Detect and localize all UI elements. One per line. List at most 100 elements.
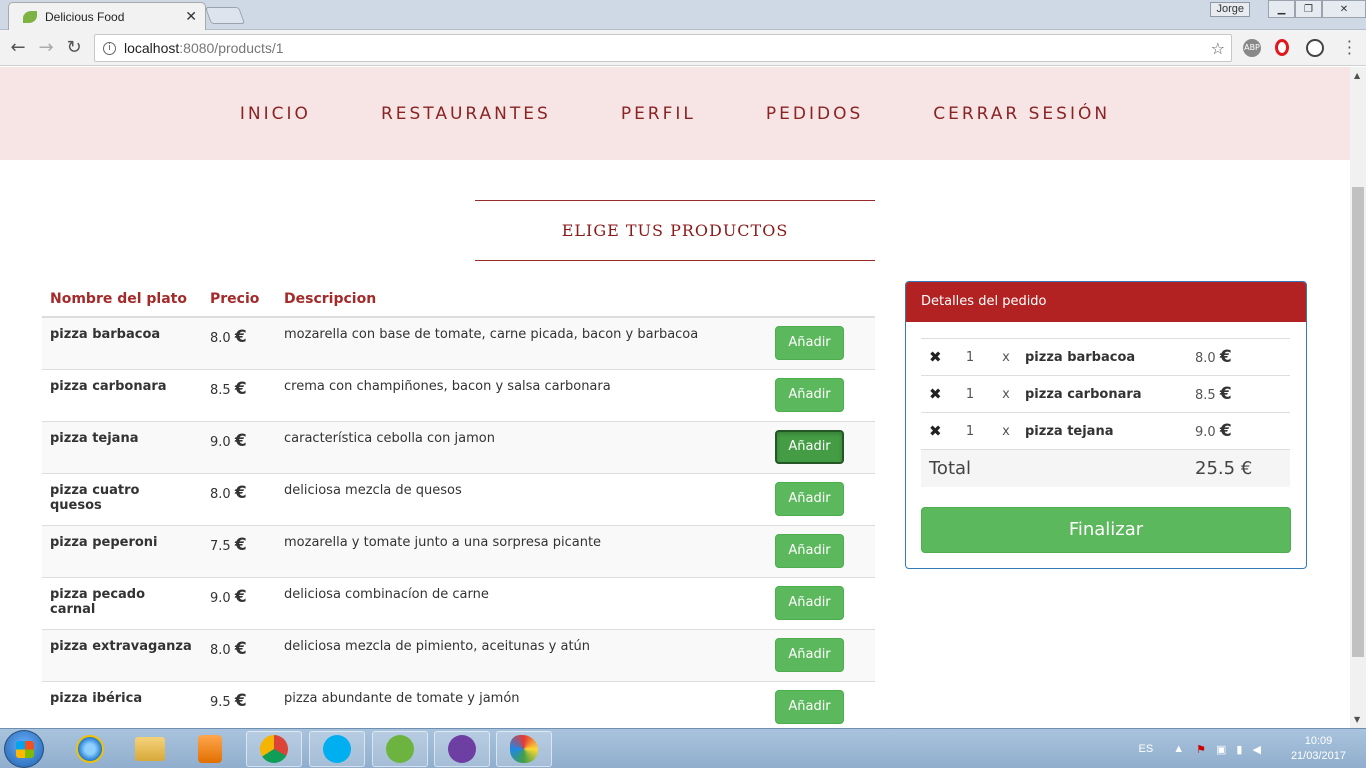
product-price: 8.0 € bbox=[202, 316, 276, 370]
page-scrollbar[interactable]: ▲ ▼ bbox=[1350, 67, 1366, 728]
product-description: deliciosa mezcla de pimiento, aceitunas … bbox=[276, 629, 775, 682]
volume-icon[interactable]: ◀ bbox=[1252, 743, 1260, 756]
product-name: pizza pecado carnal bbox=[42, 577, 202, 630]
order-item-price: 9.0 € bbox=[1195, 412, 1290, 450]
start-button[interactable] bbox=[4, 730, 44, 768]
order-table: ✖ 1 x pizza barbacoa 8.0 € ✖ 1 x pizza c… bbox=[921, 338, 1290, 487]
new-tab-button[interactable] bbox=[204, 7, 246, 24]
euro-sign: € bbox=[234, 483, 247, 503]
scroll-down-icon[interactable]: ▼ bbox=[1354, 715, 1360, 724]
add-button[interactable]: Añadir bbox=[775, 586, 844, 620]
extension-sync-icon[interactable] bbox=[1306, 39, 1324, 57]
nav-cerrar-sesion[interactable]: CERRAR SESIÓN bbox=[933, 104, 1110, 124]
internet-explorer-icon[interactable] bbox=[62, 731, 118, 767]
nav-restaurantes[interactable]: RESTAURANTES bbox=[381, 104, 551, 124]
bookmark-star-icon[interactable]: ☆ bbox=[1211, 39, 1225, 58]
nav-inicio[interactable]: INICIO bbox=[240, 104, 311, 124]
system-tray: ES ▲ ⚑ ▣ ▮ ◀ 10:09 21/03/2017 bbox=[1139, 729, 1366, 768]
euro-sign: € bbox=[234, 379, 247, 399]
github-desktop-icon[interactable] bbox=[434, 731, 490, 767]
add-button[interactable]: Añadir bbox=[775, 638, 844, 672]
table-row: pizza carbonara 8.5 € crema con champiño… bbox=[42, 369, 875, 422]
minimize-icon[interactable]: ▁ bbox=[1268, 0, 1295, 18]
euro-sign: € bbox=[234, 639, 247, 659]
nav-perfil[interactable]: PERFIL bbox=[621, 104, 696, 124]
tab-title: Delicious Food bbox=[45, 9, 125, 24]
order-row: ✖ 1 x pizza tejana 9.0 € bbox=[921, 412, 1290, 450]
product-description: pizza abundante de tomate y jamón bbox=[276, 681, 775, 728]
table-row: pizza ibérica 9.5 € pizza abundante de t… bbox=[42, 681, 875, 728]
product-price: 7.5 € bbox=[202, 525, 276, 578]
order-qty: 1 bbox=[953, 338, 987, 376]
browser-menu-icon[interactable]: · · · bbox=[1347, 34, 1352, 62]
url-host: localhost bbox=[124, 40, 180, 56]
remove-item-icon[interactable]: ✖ bbox=[921, 412, 953, 450]
opera-icon[interactable] bbox=[1275, 39, 1289, 56]
network-icon[interactable]: ▮ bbox=[1236, 743, 1242, 756]
forward-icon[interactable]: → bbox=[36, 38, 56, 58]
product-description: mozarella y tomate junto a una sorpresa … bbox=[276, 525, 775, 578]
skype-icon[interactable] bbox=[309, 731, 365, 767]
table-row: pizza cuatro quesos 8.0 € deliciosa mezc… bbox=[42, 473, 875, 526]
order-item-price: 8.0 € bbox=[1195, 338, 1290, 376]
reload-icon[interactable]: ↻ bbox=[64, 38, 84, 58]
add-button[interactable]: Añadir bbox=[775, 534, 844, 568]
product-description: deliciosa mezcla de quesos bbox=[276, 473, 775, 526]
remove-item-icon[interactable]: ✖ bbox=[921, 338, 953, 376]
product-name: pizza cuatro quesos bbox=[42, 473, 202, 526]
table-row: pizza tejana 9.0 € característica ceboll… bbox=[42, 421, 875, 474]
close-window-icon[interactable]: ✕ bbox=[1322, 0, 1366, 18]
table-row: pizza peperoni 7.5 € mozarella y tomate … bbox=[42, 525, 875, 578]
scrollbar-thumb[interactable] bbox=[1352, 187, 1364, 657]
euro-sign: € bbox=[1240, 457, 1253, 479]
url-path: :8080/products/1 bbox=[179, 40, 284, 56]
info-icon[interactable]: i bbox=[103, 41, 116, 55]
adblock-plus-icon[interactable]: ABP bbox=[1243, 39, 1261, 57]
main-nav: INICIO RESTAURANTES PERFIL PEDIDOS CERRA… bbox=[0, 67, 1350, 160]
language-indicator[interactable]: ES bbox=[1139, 743, 1154, 755]
action-center-icon[interactable]: ⚑ bbox=[1196, 743, 1206, 756]
media-player-icon[interactable] bbox=[182, 731, 238, 767]
euro-sign: € bbox=[234, 535, 247, 555]
add-button[interactable]: Añadir bbox=[775, 482, 844, 516]
clock-time: 10:09 bbox=[1304, 735, 1333, 747]
browser-tab[interactable]: Delicious Food ✕ bbox=[8, 2, 206, 30]
add-button[interactable]: Añadir bbox=[775, 378, 844, 412]
paint-icon[interactable] bbox=[496, 731, 552, 767]
euro-sign: € bbox=[1219, 421, 1232, 441]
add-button[interactable]: Añadir bbox=[775, 326, 844, 360]
windows-logo-icon bbox=[16, 741, 34, 758]
scroll-up-icon[interactable]: ▲ bbox=[1354, 71, 1360, 80]
order-item-name: pizza tejana bbox=[1025, 412, 1195, 450]
order-total-row: Total 25.5 € bbox=[921, 449, 1290, 487]
nav-pedidos[interactable]: PEDIDOS bbox=[766, 104, 863, 124]
usb-icon[interactable]: ▣ bbox=[1216, 743, 1226, 756]
product-description: característica cebolla con jamon bbox=[276, 421, 775, 474]
col-header-price: Precio bbox=[202, 281, 276, 318]
back-icon[interactable]: ← bbox=[8, 38, 28, 58]
add-button[interactable]: Añadir bbox=[775, 690, 844, 724]
order-item-price: 8.5 € bbox=[1195, 375, 1290, 413]
remove-item-icon[interactable]: ✖ bbox=[921, 375, 953, 413]
restore-icon[interactable]: ❐ bbox=[1295, 0, 1322, 18]
page-title: ELIGE TUS PRODUCTOS bbox=[561, 221, 789, 240]
product-name: pizza peperoni bbox=[42, 525, 202, 578]
window-controls: ▁ ❐ ✕ bbox=[1268, 0, 1366, 18]
finalize-button[interactable]: Finalizar bbox=[921, 506, 1291, 553]
clock[interactable]: 10:09 21/03/2017 bbox=[1291, 734, 1346, 764]
table-row: pizza extravaganza 8.0 € deliciosa mezcl… bbox=[42, 629, 875, 682]
product-price: 9.0 € bbox=[202, 421, 276, 474]
show-hidden-icons-icon[interactable]: ▲ bbox=[1173, 743, 1184, 755]
product-name: pizza ibérica bbox=[42, 681, 202, 728]
spring-tool-icon[interactable] bbox=[372, 731, 428, 767]
profile-button[interactable]: Jorge bbox=[1210, 2, 1250, 17]
address-bar[interactable]: i localhost:8080/products/1 ☆ bbox=[94, 34, 1232, 62]
col-header-action bbox=[775, 281, 875, 318]
add-button[interactable]: Añadir bbox=[775, 430, 844, 464]
products-table: Nombre del plato Precio Descripcion pizz… bbox=[42, 281, 875, 728]
tab-close-icon[interactable]: ✕ bbox=[185, 9, 197, 25]
chrome-icon[interactable] bbox=[246, 731, 302, 767]
product-name: pizza tejana bbox=[42, 421, 202, 474]
file-explorer-icon[interactable] bbox=[122, 731, 178, 767]
product-price: 9.5 € bbox=[202, 681, 276, 728]
